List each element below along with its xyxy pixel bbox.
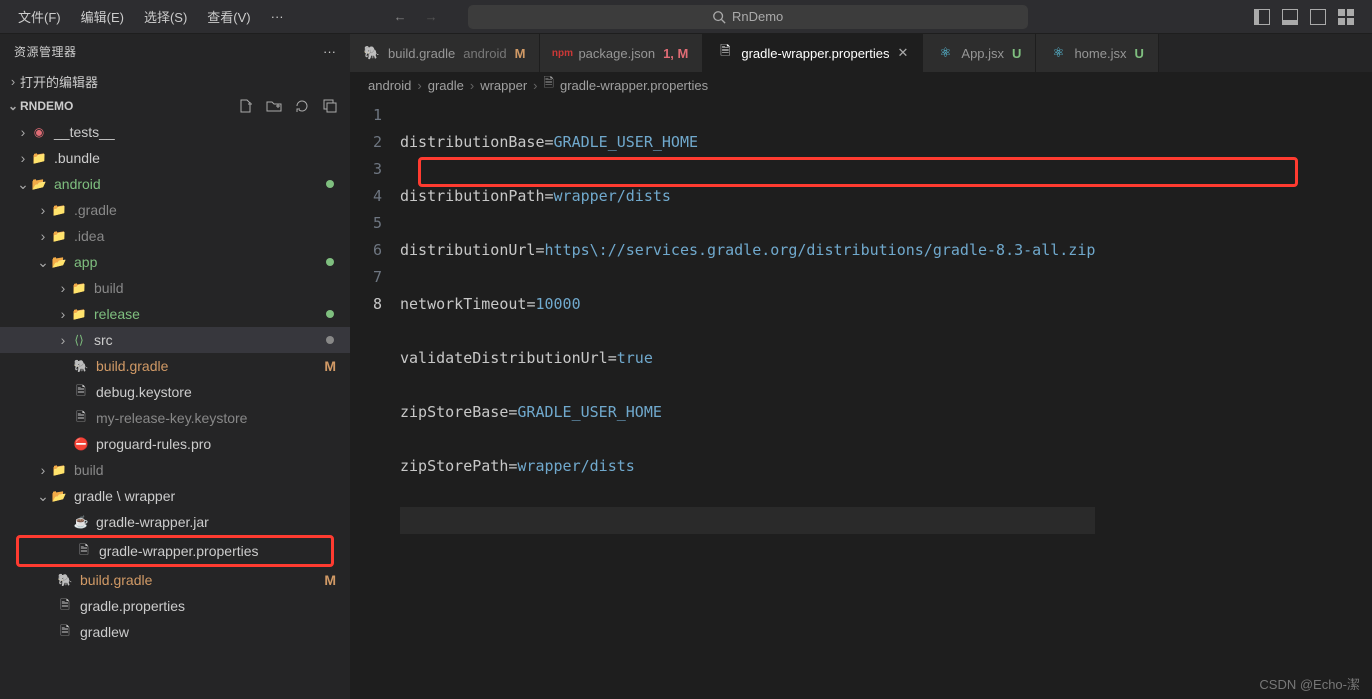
tree-my-release-key[interactable]: 🗎my-release-key.keystore (0, 405, 350, 431)
sidebar: 资源管理器 ··· › 打开的编辑器 ⌄ RNDEMO ›◉__tests__ … (0, 34, 350, 699)
menubar: 文件(F) 编辑(E) 选择(S) 查看(V) ··· ← → RnDemo (0, 0, 1372, 34)
editor-area: 🐘 build.gradle android M npm package.jso… (350, 34, 1372, 699)
main: 资源管理器 ··· › 打开的编辑器 ⌄ RNDEMO ›◉__tests__ … (0, 34, 1372, 699)
project-section[interactable]: ⌄ RNDEMO (0, 93, 350, 119)
tab-app-jsx[interactable]: ⚛ App.jsx U (923, 34, 1036, 72)
refresh-icon[interactable] (294, 98, 310, 114)
tree-build-gradle2[interactable]: 🐘build.gradleM (0, 567, 350, 593)
tree-gradlew[interactable]: 🗎gradlew (0, 619, 350, 645)
sidebar-header: 资源管理器 ··· (0, 34, 350, 69)
open-editors-section[interactable]: › 打开的编辑器 (0, 69, 350, 93)
watermark: CSDN @Echo-潔 (1259, 674, 1360, 693)
tab-label: build.gradle (388, 46, 455, 61)
tab-gradle-wrapper-properties[interactable]: 🗎 gradle-wrapper.properties ✕ (703, 34, 923, 72)
close-icon[interactable]: ✕ (898, 45, 909, 61)
tab-label: package.json (578, 46, 655, 61)
breadcrumb-item[interactable]: android (368, 78, 411, 93)
tree-release[interactable]: ›📁release (0, 301, 350, 327)
react-icon: ⚛ (937, 45, 953, 61)
tab-status: U (1134, 46, 1143, 61)
tree-app[interactable]: ⌄📂app (0, 249, 350, 275)
layout-bottom-icon[interactable] (1282, 9, 1298, 25)
layout-right-icon[interactable] (1310, 9, 1326, 25)
file-highlight: 🗎gradle-wrapper.properties (16, 535, 334, 567)
elephant-icon: 🐘 (364, 45, 380, 61)
chevron-right-icon: › (6, 74, 20, 89)
tab-package-json[interactable]: npm package.json 1, M (540, 34, 703, 72)
tree-bundle[interactable]: ›📁.bundle (0, 145, 350, 171)
menu-more[interactable]: ··· (261, 5, 294, 28)
tab-status: 1, M (663, 46, 688, 61)
tree-build[interactable]: ›📁build (0, 275, 350, 301)
layout-controls (1254, 9, 1364, 25)
file-icon: 🗎 (717, 45, 733, 61)
tree-android[interactable]: ⌄📂android (0, 171, 350, 197)
nav-back-icon[interactable]: ← (394, 9, 407, 24)
tree-gradle-dot[interactable]: ›📁.gradle (0, 197, 350, 223)
tab-status: U (1012, 46, 1021, 61)
layout-grid-icon[interactable] (1338, 9, 1354, 25)
sidebar-more-icon[interactable]: ··· (323, 44, 336, 59)
menu-file[interactable]: 文件(F) (8, 3, 71, 30)
project-actions (238, 98, 344, 114)
tab-sublabel: android (463, 46, 506, 61)
tree-src[interactable]: ›⟨⟩src (0, 327, 350, 353)
tab-label: home.jsx (1074, 46, 1126, 61)
open-editors-label: 打开的编辑器 (20, 72, 98, 91)
tree-idea[interactable]: ›📁.idea (0, 223, 350, 249)
tree-build2[interactable]: ›📁build (0, 457, 350, 483)
new-file-icon[interactable] (238, 98, 254, 114)
new-folder-icon[interactable] (266, 98, 282, 114)
collapse-icon[interactable] (322, 98, 338, 114)
gutter: 1 2 3 4 5 6 7 8 (350, 98, 400, 588)
breadcrumb-item[interactable]: wrapper (480, 78, 527, 93)
project-name: RNDEMO (20, 99, 73, 113)
file-tree: ›◉__tests__ ›📁.bundle ⌄📂android ›📁.gradl… (0, 119, 350, 699)
menu-view[interactable]: 查看(V) (197, 3, 260, 30)
code-content[interactable]: distributionBase=GRADLE_USER_HOME distri… (400, 98, 1095, 588)
tab-build-gradle[interactable]: 🐘 build.gradle android M (350, 34, 540, 72)
breadcrumb-item[interactable]: gradle (428, 78, 464, 93)
tree-proguard[interactable]: ⛔proguard-rules.pro (0, 431, 350, 457)
search-placeholder: RnDemo (732, 9, 783, 24)
tree-gradle-wrapper-jar[interactable]: ☕gradle-wrapper.jar (0, 509, 350, 535)
chevron-down-icon: ⌄ (6, 99, 20, 113)
nav-forward-icon[interactable]: → (425, 9, 438, 24)
tree-build-gradle[interactable]: 🐘build.gradleM (0, 353, 350, 379)
file-icon: 🗎 (544, 74, 554, 96)
tab-home-jsx[interactable]: ⚛ home.jsx U (1036, 34, 1158, 72)
sidebar-title: 资源管理器 (14, 43, 77, 60)
tabs: 🐘 build.gradle android M npm package.jso… (350, 34, 1372, 72)
menu-select[interactable]: 选择(S) (134, 3, 197, 30)
search-box[interactable]: RnDemo (468, 5, 1028, 29)
react-icon: ⚛ (1050, 45, 1066, 61)
tree-gradle-properties[interactable]: 🗎gradle.properties (0, 593, 350, 619)
tab-status: M (515, 46, 526, 61)
search-icon (712, 10, 726, 24)
nav-arrows: ← → (394, 9, 438, 24)
tree-tests[interactable]: ›◉__tests__ (0, 119, 350, 145)
tab-label: App.jsx (961, 46, 1004, 61)
menu-edit[interactable]: 编辑(E) (71, 3, 134, 30)
tree-gradle-wrapper[interactable]: ⌄📂gradle \ wrapper (0, 483, 350, 509)
npm-icon: npm (554, 45, 570, 61)
code-area[interactable]: 1 2 3 4 5 6 7 8 distributionBase=GRADLE_… (350, 98, 1372, 588)
breadcrumb[interactable]: android› gradle› wrapper› 🗎 gradle-wrapp… (350, 72, 1372, 98)
layout-left-icon[interactable] (1254, 9, 1270, 25)
tree-gradle-wrapper-props[interactable]: 🗎gradle-wrapper.properties (19, 538, 331, 564)
tab-label: gradle-wrapper.properties (741, 46, 889, 61)
breadcrumb-item[interactable]: gradle-wrapper.properties (560, 78, 708, 93)
tree-debug-keystore[interactable]: 🗎debug.keystore (0, 379, 350, 405)
